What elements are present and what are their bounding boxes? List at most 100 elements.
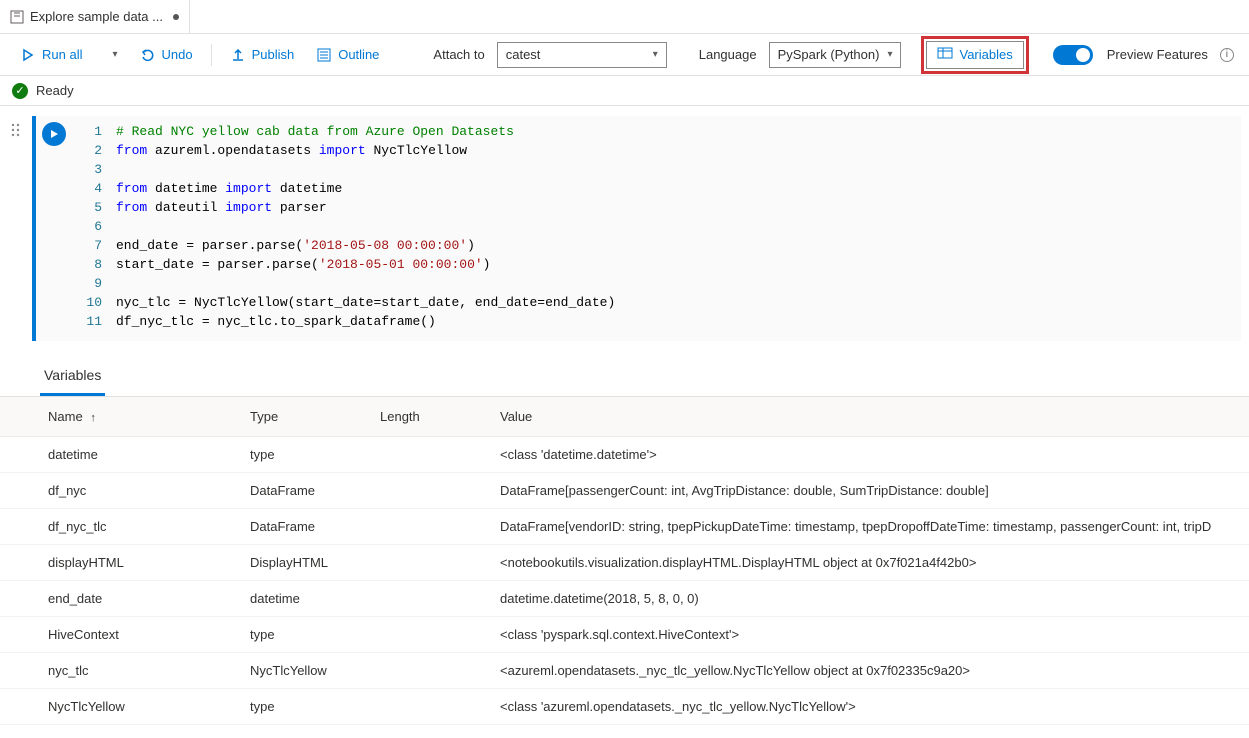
col-length-header[interactable]: Length [370, 397, 490, 437]
cell-type: type [240, 437, 370, 473]
code-content: # Read NYC yellow cab data from Azure Op… [116, 122, 1241, 331]
table-row[interactable]: displayHTMLDisplayHTML<notebookutils.vis… [0, 545, 1249, 581]
table-row[interactable]: end_datedatetime datetime.datetime(2018, … [0, 581, 1249, 617]
outline-button[interactable]: Outline [308, 43, 387, 67]
line-number: 4 [72, 179, 102, 198]
notebook-icon [10, 10, 24, 24]
tab-bar: Explore sample data ... [0, 0, 1249, 34]
line-gutter: 1234567891011 [72, 122, 116, 331]
line-number: 1 [72, 122, 102, 141]
undo-button[interactable]: Undo [132, 43, 201, 67]
col-length-label: Length [380, 409, 420, 424]
variables-highlight: Variables [921, 36, 1028, 74]
cell-type: type [240, 689, 370, 725]
table-row[interactable]: NycTlcYellowtype <class 'azureml.opendata… [0, 689, 1249, 725]
chevron-down-icon: ▾ [653, 49, 658, 60]
cell-value: DataFrame[passengerCount: int, AvgTripDi… [490, 473, 1249, 509]
preview-features-label: Preview Features [1107, 47, 1208, 62]
language-label: Language [699, 47, 757, 62]
cell-name: end_date [0, 581, 240, 617]
run-all-button[interactable]: Run all [12, 43, 90, 67]
cell-type: DisplayHTML [240, 545, 370, 581]
cell-length [370, 689, 490, 725]
cell-length [370, 473, 490, 509]
col-name-header[interactable]: Name ↑ [0, 397, 240, 437]
cell-value: <azureml.opendatasets._nyc_tlc_yellow.Ny… [490, 653, 1249, 689]
variables-table: Name ↑ Type Length Value datetimetype<cl… [0, 397, 1249, 725]
cell-value: <class 'pyspark.sql.context.HiveContext'… [490, 617, 1249, 653]
table-row[interactable]: nyc_tlcNycTlcYellow <azureml.opendatasets… [0, 653, 1249, 689]
line-number: 2 [72, 141, 102, 160]
outline-label: Outline [338, 47, 379, 62]
cell-value: <class 'azureml.opendatasets._nyc_tlc_ye… [490, 689, 1249, 725]
col-value-header[interactable]: Value [490, 397, 1249, 437]
attach-to-select[interactable]: catest ▾ [497, 42, 667, 68]
variables-icon [937, 45, 953, 64]
cell-length [370, 653, 490, 689]
attach-to-value: catest [506, 47, 541, 62]
cell-length [370, 581, 490, 617]
info-icon[interactable]: i [1220, 48, 1234, 62]
cell-drag-handle[interactable] [8, 116, 24, 341]
col-value-label: Value [500, 409, 532, 424]
run-dropdown-button[interactable]: ▾ [96, 45, 125, 64]
cell-name: nyc_tlc [0, 653, 240, 689]
variables-button[interactable]: Variables [926, 41, 1023, 69]
cell-value: <class 'datetime.datetime'> [490, 437, 1249, 473]
cell-length [370, 437, 490, 473]
table-header-row: Name ↑ Type Length Value [0, 397, 1249, 437]
chevron-down-icon: ▾ [112, 49, 117, 60]
publish-button[interactable]: Publish [222, 43, 303, 67]
sort-ascending-icon: ↑ [90, 412, 96, 424]
chevron-down-icon: ▾ [887, 49, 892, 60]
table-row[interactable]: df_nycDataFrameDataFrame[passengerCount:… [0, 473, 1249, 509]
variables-label: Variables [959, 47, 1012, 62]
run-cell-button[interactable] [42, 122, 66, 146]
cell-type: DataFrame [240, 509, 370, 545]
code-line: # Read NYC yellow cab data from Azure Op… [116, 122, 1241, 141]
line-number: 11 [72, 312, 102, 331]
cell-name: NycTlcYellow [0, 689, 240, 725]
outline-icon [316, 47, 332, 63]
cell-value: datetime.datetime(2018, 5, 8, 0, 0) [490, 581, 1249, 617]
code-line: from dateutil import parser [116, 198, 1241, 217]
col-type-header[interactable]: Type [240, 397, 370, 437]
variables-tab-label: Variables [44, 367, 101, 383]
run-all-label: Run all [42, 47, 82, 62]
line-number: 9 [72, 274, 102, 293]
language-select[interactable]: PySpark (Python) ▾ [769, 42, 902, 68]
cell-type: type [240, 617, 370, 653]
preview-features-toggle[interactable] [1053, 45, 1093, 65]
cell-area: 1234567891011 # Read NYC yellow cab data… [0, 106, 1249, 341]
code-line: end_date = parser.parse('2018-05-08 00:0… [116, 236, 1241, 255]
table-row[interactable]: df_nyc_tlcDataFrameDataFrame[vendorID: s… [0, 509, 1249, 545]
language-value: PySpark (Python) [778, 47, 880, 62]
cell-length [370, 545, 490, 581]
cell-value: <notebookutils.visualization.displayHTML… [490, 545, 1249, 581]
cell-length [370, 509, 490, 545]
variables-tab[interactable]: Variables [40, 361, 105, 396]
undo-icon [140, 47, 156, 63]
publish-label: Publish [252, 47, 295, 62]
run-cell-area [36, 116, 72, 341]
status-text: Ready [36, 83, 74, 98]
notebook-tab[interactable]: Explore sample data ... [0, 0, 190, 33]
table-row[interactable]: HiveContexttype <class 'pyspark.sql.conte… [0, 617, 1249, 653]
code-line [116, 160, 1241, 179]
cell-name: HiveContext [0, 617, 240, 653]
code-line: nyc_tlc = NycTlcYellow(start_date=start_… [116, 293, 1241, 312]
play-icon [20, 47, 36, 63]
code-cell: 1234567891011 # Read NYC yellow cab data… [32, 116, 1241, 341]
code-line: df_nyc_tlc = nyc_tlc.to_spark_dataframe(… [116, 312, 1241, 331]
publish-icon [230, 47, 246, 63]
line-number: 7 [72, 236, 102, 255]
code-editor[interactable]: 1234567891011 # Read NYC yellow cab data… [72, 116, 1241, 341]
toolbar: Run all ▾ Undo Publish Outline Attach to… [0, 34, 1249, 76]
cell-value: DataFrame[vendorID: string, tpepPickupDa… [490, 509, 1249, 545]
cell-type: datetime [240, 581, 370, 617]
toolbar-separator [211, 44, 212, 66]
table-row[interactable]: datetimetype<class 'datetime.datetime'> [0, 437, 1249, 473]
col-type-label: Type [250, 409, 278, 424]
cell-type: NycTlcYellow [240, 653, 370, 689]
unsaved-indicator-icon [173, 14, 179, 20]
